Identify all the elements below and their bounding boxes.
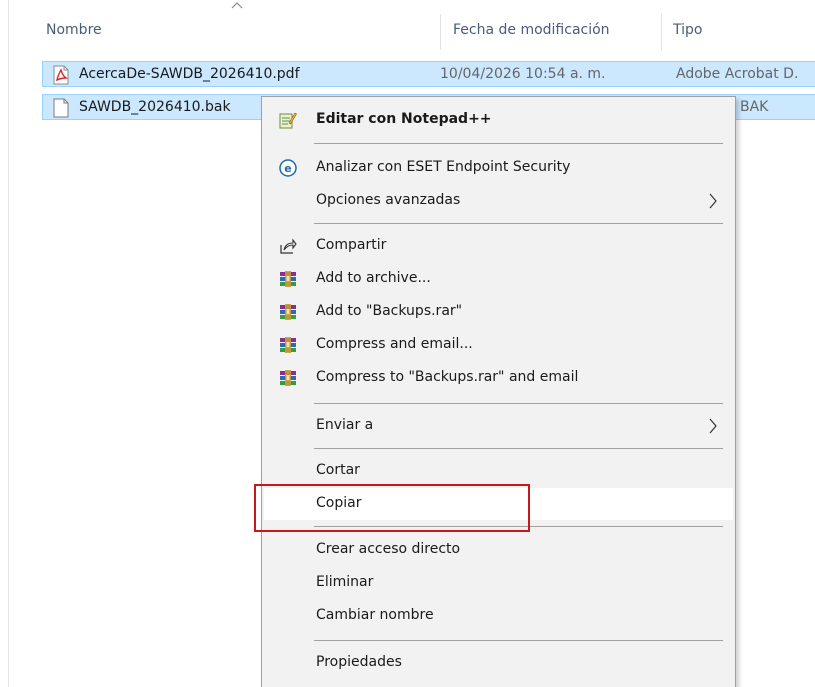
menu-item-label: Cambiar nombre <box>316 607 434 623</box>
context-menu: Editar con Notepad++ e Analizar con ESET… <box>261 96 736 687</box>
menu-item-label: Add to archive... <box>316 270 431 286</box>
menu-item-rename[interactable]: Cambiar nombre <box>264 600 733 632</box>
menu-separator <box>314 448 723 449</box>
menu-item-label: Add to "Backups.rar" <box>316 303 463 319</box>
file-type: Adobe Acrobat D. <box>676 66 799 82</box>
menu-item-label: Eliminar <box>316 574 374 590</box>
menu-item-advanced-options[interactable]: Opciones avanzadas <box>264 185 733 217</box>
svg-text:e: e <box>284 162 291 175</box>
menu-item-cut[interactable]: Cortar <box>264 455 733 487</box>
menu-item-label: Editar con Notepad++ <box>316 111 492 127</box>
menu-item-eset-scan[interactable]: e Analizar con ESET Endpoint Security <box>264 152 733 184</box>
file-type: BAK <box>740 99 769 115</box>
winrar-icon <box>280 271 296 287</box>
menu-item-label: Compress and email... <box>316 336 473 352</box>
menu-item-compress-rar-and-email[interactable]: Compress to "Backups.rar" and email <box>264 362 733 394</box>
sort-ascending-icon <box>231 2 243 9</box>
chevron-right-icon <box>709 193 717 209</box>
navigation-pane-border <box>8 0 9 687</box>
menu-item-notepad[interactable]: Editar con Notepad++ <box>264 104 733 136</box>
menu-separator <box>314 403 723 404</box>
menu-item-properties[interactable]: Propiedades <box>264 647 733 679</box>
menu-item-compress-and-email[interactable]: Compress and email... <box>264 329 733 361</box>
file-date: 10/04/2026 10:54 a. m. <box>440 66 606 82</box>
menu-item-send-to[interactable]: Enviar a <box>264 410 733 442</box>
column-name[interactable]: Nombre <box>46 22 102 38</box>
chevron-right-icon <box>709 418 717 434</box>
winrar-icon <box>280 304 296 320</box>
menu-item-add-to-rar[interactable]: Add to "Backups.rar" <box>264 296 733 328</box>
column-separator[interactable] <box>661 14 662 50</box>
column-date-modified[interactable]: Fecha de modificación <box>453 22 610 38</box>
menu-item-label: Crear acceso directo <box>316 541 461 557</box>
column-separator[interactable] <box>440 14 441 50</box>
menu-item-create-shortcut[interactable]: Crear acceso directo <box>264 534 733 566</box>
column-header: Nombre Fecha de modificación Tipo <box>0 0 815 56</box>
file-name: AcercaDe-SAWDB_2026410.pdf <box>79 66 300 82</box>
menu-item-label: Opciones avanzadas <box>316 192 461 208</box>
menu-item-label: Enviar a <box>316 417 374 433</box>
menu-item-label: Compress to "Backups.rar" and email <box>316 369 579 385</box>
menu-separator <box>314 143 723 144</box>
eset-icon: e <box>279 159 297 177</box>
blank-file-icon <box>53 98 69 118</box>
notepad-plus-plus-icon <box>279 112 297 129</box>
file-explorer-view: Nombre Fecha de modificación Tipo Acerca… <box>0 0 815 687</box>
menu-separator <box>314 223 723 224</box>
winrar-icon <box>280 370 296 386</box>
menu-item-label: Compartir <box>316 237 387 253</box>
menu-item-delete[interactable]: Eliminar <box>264 567 733 599</box>
share-icon <box>280 238 297 254</box>
file-row[interactable]: AcercaDe-SAWDB_2026410.pdf 10/04/2026 10… <box>42 61 815 87</box>
menu-separator <box>314 640 723 641</box>
menu-item-add-to-archive[interactable]: Add to archive... <box>264 263 733 295</box>
column-type[interactable]: Tipo <box>673 22 702 38</box>
winrar-icon <box>280 337 296 353</box>
copy-highlight-annotation <box>254 484 530 532</box>
pdf-file-icon <box>53 65 69 85</box>
menu-item-label: Analizar con ESET Endpoint Security <box>316 159 571 175</box>
file-name: SAWDB_2026410.bak <box>79 99 231 115</box>
menu-item-share[interactable]: Compartir <box>264 230 733 262</box>
menu-item-label: Propiedades <box>316 654 402 670</box>
menu-item-label: Cortar <box>316 462 360 478</box>
